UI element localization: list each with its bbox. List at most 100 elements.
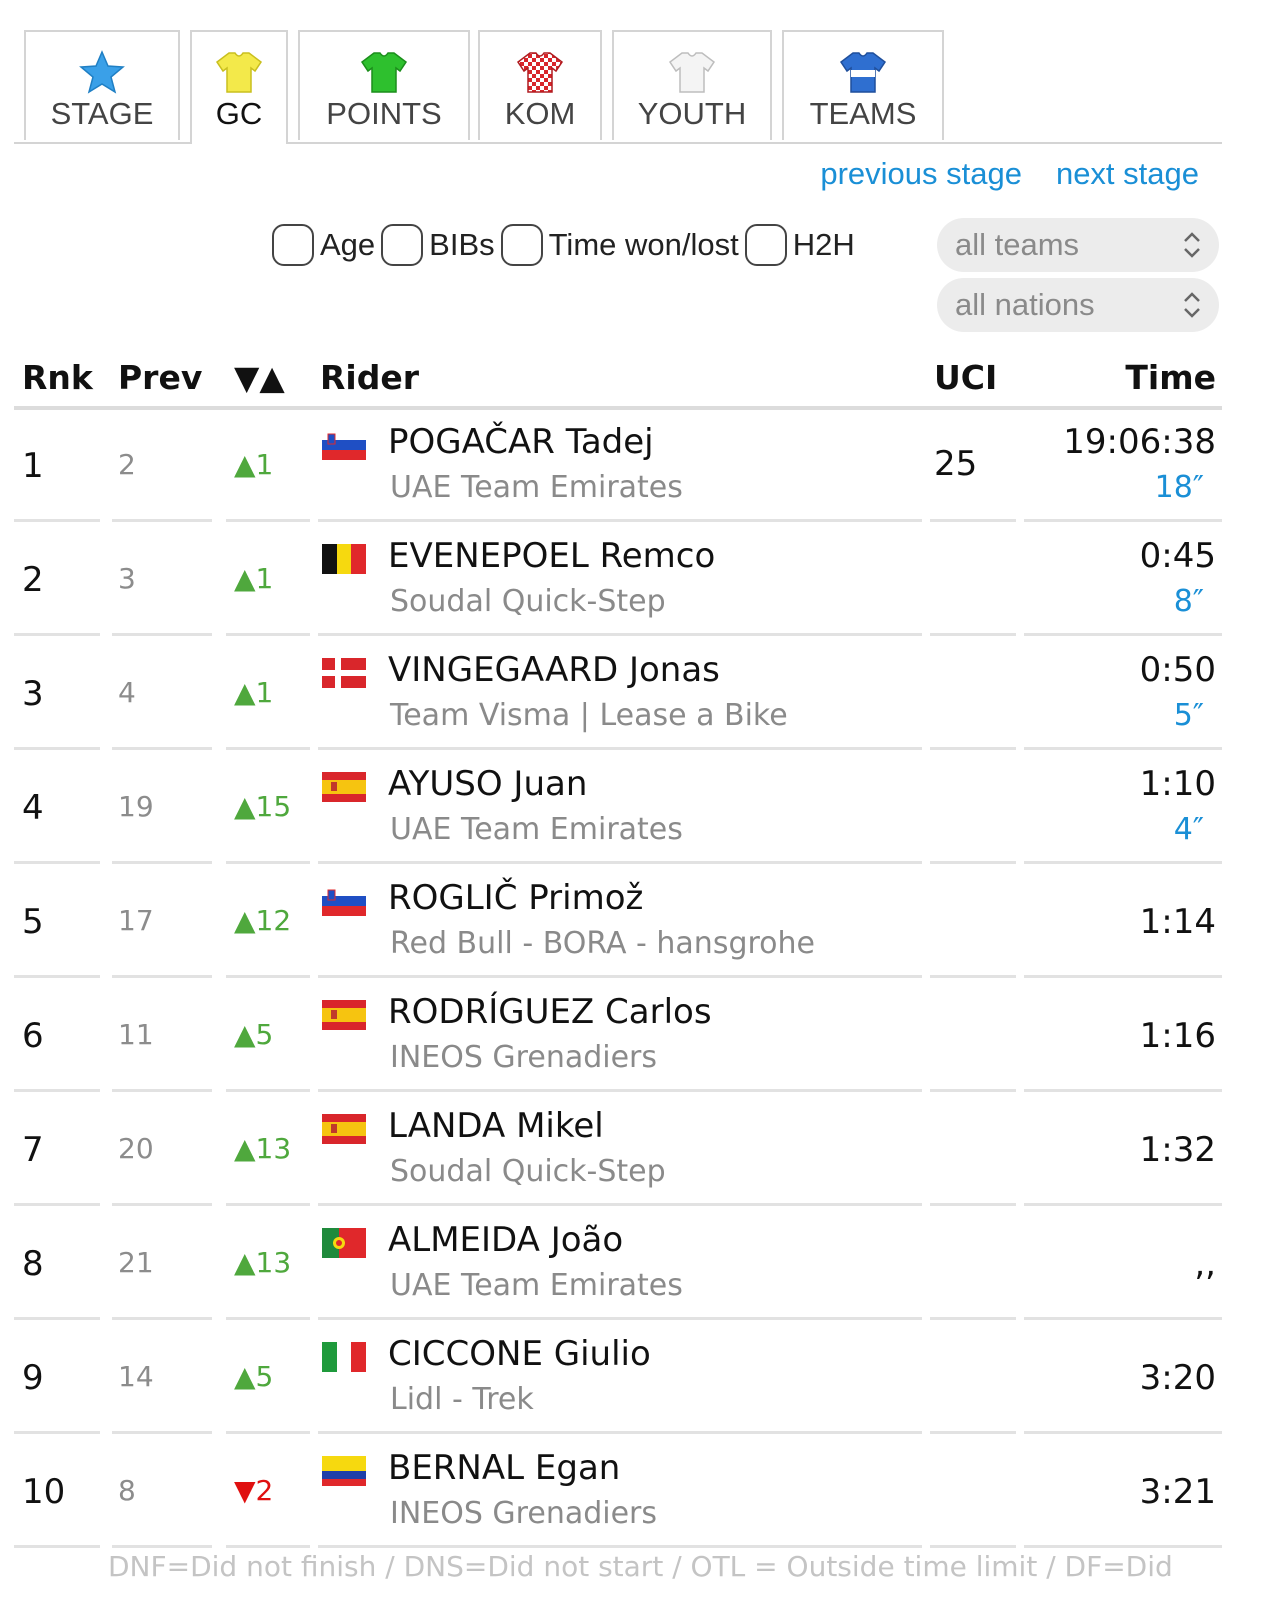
tab-gc[interactable]: GC [190,30,288,144]
tab-points[interactable]: POINTS [298,30,470,140]
table-row: 1 2 ▲1 POGAČAR Tadej UAE Team Emirates 2… [14,408,1222,522]
rank-cell: 5 [22,902,44,942]
header-rnk[interactable]: Rnk [22,358,93,397]
h2h-checkbox[interactable] [744,224,787,266]
rider-name-link[interactable]: RODRÍGUEZ Carlos [388,992,712,1032]
tab-label: GC [215,96,263,131]
rider-name-link[interactable]: CICCONE Giulio [388,1334,651,1374]
next-stage-link[interactable]: next stage [1056,156,1199,191]
tab-youth[interactable]: YOUTH [612,30,772,140]
rider-name-link[interactable]: POGAČAR Tadej [388,422,654,462]
rider-name-link[interactable]: BERNAL Egan [388,1448,620,1488]
table-row: 9 14 ▲5 CICCONE Giulio Lidl - Trek 3:20 [14,1320,1222,1434]
header-prev[interactable]: Prev [118,358,202,397]
time-won-lost-checkbox[interactable] [500,224,543,266]
time-cell: ,, [1194,1244,1216,1284]
rank-cell: 2 [22,560,44,600]
rider-name-link[interactable]: LANDA Mikel [388,1106,604,1146]
previous-rank-cell: 3 [118,562,136,595]
position-change-cell: ▲1 [234,562,274,595]
header-uci[interactable]: UCI [934,358,997,397]
previous-rank-cell: 11 [118,1018,154,1051]
position-change-cell: ▼2 [234,1474,274,1507]
row-divider [226,1545,310,1548]
table-row: 5 17 ▲12 ROGLIČ Primož Red Bull - BORA -… [14,864,1222,978]
rank-cell: 10 [22,1472,66,1512]
team-name-link[interactable]: INEOS Grenadiers [390,1496,657,1531]
results-table-body: 1 2 ▲1 POGAČAR Tadej UAE Team Emirates 2… [14,408,1222,1548]
rider-name-link[interactable]: ROGLIČ Primož [388,878,643,918]
bibs-checkbox[interactable] [381,224,424,266]
green-jersey-icon [360,52,408,93]
rank-cell: 6 [22,1016,44,1056]
tab-stage[interactable]: STAGE [24,30,180,140]
row-divider [1024,1545,1222,1548]
team-name-link[interactable]: Team Visma | Lease a Bike [390,698,788,733]
time-won-lost-label: Time won/lost [548,227,739,262]
tab-kom[interactable]: KOM [478,30,602,140]
position-change-cell: ▲1 [234,448,274,481]
previous-rank-cell: 17 [118,904,154,937]
header-rider[interactable]: Rider [320,358,419,397]
position-change-cell: ▲13 [234,1132,292,1165]
table-row: 6 11 ▲5 RODRÍGUEZ Carlos INEOS Grenadier… [14,978,1222,1092]
team-name-link[interactable]: UAE Team Emirates [390,1268,683,1303]
country-flag-icon [322,430,366,460]
age-checkbox[interactable] [272,224,314,266]
teams-select-value: all teams [955,227,1080,262]
country-flag-icon [322,772,366,802]
rider-name-link[interactable]: ALMEIDA João [388,1220,623,1260]
h2h-label: H2H [792,227,855,262]
footnote: DNF=Did not finish / DNS=Did not start /… [108,1550,1173,1583]
team-name-link[interactable]: Soudal Quick-Step [390,1154,666,1189]
nations-select-value: all nations [955,287,1095,322]
uci-points-cell: 25 [934,444,978,484]
previous-rank-cell: 20 [118,1132,154,1165]
position-change-cell: ▲12 [234,904,292,937]
country-flag-icon [322,658,366,688]
country-flag-icon [322,1114,366,1144]
teams-select[interactable]: all teams [937,218,1219,272]
classification-tabs: STAGE GC POINTS KOM YOUTH TEAMS [14,30,1222,144]
tab-label: POINTS [326,96,442,131]
header-time[interactable]: Time [1125,358,1216,397]
display-options: Age BIBs Time won/lost H2H [272,218,861,272]
team-name-link[interactable]: UAE Team Emirates [390,470,683,505]
rider-name-link[interactable]: VINGEGAARD Jonas [388,650,720,690]
previous-stage-link[interactable]: previous stage [820,156,1022,191]
tab-label: YOUTH [637,96,747,131]
time-cell: 3:20 [1139,1358,1216,1398]
previous-rank-cell: 8 [118,1474,136,1507]
country-flag-icon [322,886,366,916]
rank-cell: 4 [22,788,44,828]
position-change-cell: ▲13 [234,1246,292,1279]
country-flag-icon [322,1228,366,1258]
chevron-updown-icon [1184,232,1200,258]
bibs-label: BIBs [429,227,495,262]
results-table-header: Rnk Prev ▼▲ Rider UCI Time [14,352,1222,410]
tab-teams[interactable]: TEAMS [782,30,944,140]
team-name-link[interactable]: Red Bull - BORA - hansgrohe [390,926,815,961]
table-row: 8 21 ▲13 ALMEIDA João UAE Team Emirates … [14,1206,1222,1320]
rider-name-link[interactable]: EVENEPOEL Remco [388,536,715,576]
nations-select[interactable]: all nations [937,278,1219,332]
tab-label: STAGE [50,96,154,131]
team-name-link[interactable]: INEOS Grenadiers [390,1040,657,1075]
row-divider [930,1545,1016,1548]
age-label: Age [320,227,376,262]
table-row: 10 8 ▼2 BERNAL Egan INEOS Grenadiers 3:2… [14,1434,1222,1548]
team-name-link[interactable]: Soudal Quick-Step [390,584,666,619]
polka-dot-jersey-icon [516,52,564,93]
team-name-link[interactable]: Lidl - Trek [390,1382,534,1417]
table-row: 7 20 ▲13 LANDA Mikel Soudal Quick-Step 1… [14,1092,1222,1206]
rider-name-link[interactable]: AYUSO Juan [388,764,587,804]
star-icon [79,50,125,94]
previous-rank-cell: 21 [118,1246,154,1279]
time-cell: 0:50 [1139,650,1216,690]
table-row: 4 19 ▲15 AYUSO Juan UAE Team Emirates 1:… [14,750,1222,864]
team-jersey-icon [839,52,887,93]
rank-cell: 8 [22,1244,44,1284]
team-name-link[interactable]: UAE Team Emirates [390,812,683,847]
header-move[interactable]: ▼▲ [234,358,285,397]
previous-rank-cell: 4 [118,676,136,709]
